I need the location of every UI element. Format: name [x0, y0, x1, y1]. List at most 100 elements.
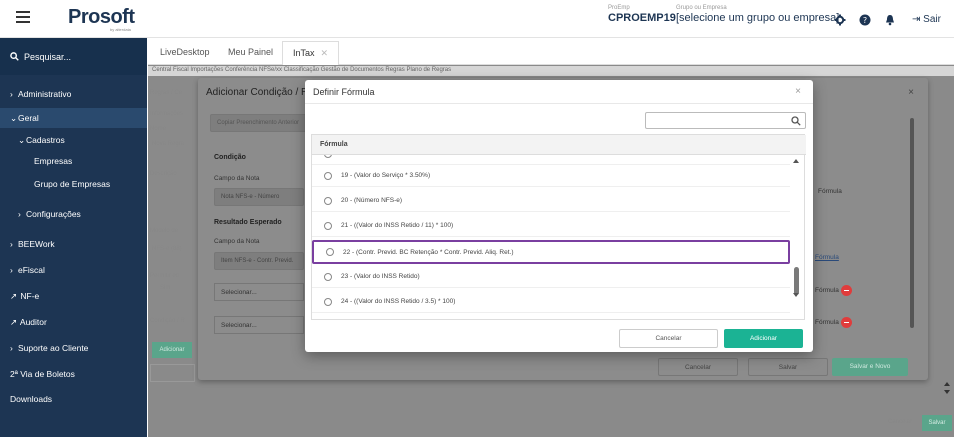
- sidebar-item-efiscal[interactable]: › eFiscal: [0, 265, 147, 275]
- column-header-formula: Fórmula: [312, 135, 806, 155]
- tab-meu-painel[interactable]: Meu Painel: [228, 47, 273, 57]
- chevron-down-icon: ⌄: [18, 135, 26, 145]
- sidebar: Pesquisar... › Administrativo ⌄Geral ⌄Cad…: [0, 38, 147, 437]
- scroll-down-icon[interactable]: [793, 293, 799, 297]
- remove-icon[interactable]: [841, 285, 852, 296]
- radio-button[interactable]: [326, 248, 334, 256]
- logo[interactable]: Prosoft: [68, 6, 135, 29]
- bg-breadcrumb: Regras / Ce: [150, 90, 183, 96]
- radio-button[interactable]: [324, 297, 332, 306]
- radio-button[interactable]: [324, 171, 332, 180]
- radio-button[interactable]: [324, 221, 332, 230]
- list-item-selected[interactable]: 22 - (Contr. Previd. BC Retenção * Contr…: [312, 240, 790, 264]
- bg-adicionar-button[interactable]: Adicionar: [152, 342, 192, 358]
- search-icon: [10, 52, 19, 61]
- sidebar-item-label: eFiscal: [18, 265, 45, 275]
- sidebar-item-suporte[interactable]: › Suporte ao Cliente: [0, 343, 147, 353]
- logout-button[interactable]: ⇥ Sair: [912, 14, 941, 25]
- sidebar-item-auditor[interactable]: ↗ Auditor: [0, 317, 147, 328]
- radio-button[interactable]: [324, 155, 332, 158]
- sidebar-item-label: 2ª Via de Boletos: [10, 369, 75, 379]
- list-item[interactable]: [312, 155, 790, 165]
- sidebar-item-cadastros[interactable]: ⌄Cadastros: [0, 135, 147, 146]
- list-item[interactable]: 24 - ((Valor do INSS Retido / 3.5) * 100…: [312, 291, 790, 313]
- tab-intax[interactable]: InTax ✕: [282, 41, 340, 65]
- sidebar-item-administrativo[interactable]: › Administrativo: [0, 89, 147, 99]
- sidebar-item-label: Empresas: [34, 156, 73, 166]
- campo-nota-input[interactable]: Nota NFS-e - Número: [214, 188, 304, 206]
- formula-table: Fórmula 19 - (Valor do Serviço * 3.50%) …: [311, 134, 806, 320]
- sidebar-item-downloads[interactable]: Downloads: [0, 394, 147, 404]
- scroll-thumb[interactable]: [794, 267, 799, 295]
- search-icon: [791, 116, 801, 126]
- back-save-new-button[interactable]: Salvar e Novo: [832, 358, 908, 376]
- chevron-right-icon: ›: [10, 89, 13, 99]
- chevron-right-icon: ›: [10, 343, 13, 353]
- select-2[interactable]: Selecionar...: [214, 316, 304, 334]
- list-item[interactable]: 21 - ((Valor do INSS Retido / 11) * 100): [312, 215, 790, 237]
- modal-header: Definir Fórmula ×: [305, 80, 813, 104]
- back-scrollbar[interactable]: [910, 118, 914, 328]
- scroll-up-icon[interactable]: [793, 159, 799, 163]
- svg-text:?: ?: [863, 16, 867, 25]
- chevron-right-icon: ›: [10, 239, 13, 249]
- formula-link-2[interactable]: Fórmula: [815, 254, 839, 261]
- gear-icon[interactable]: [834, 14, 846, 26]
- grupo-selector[interactable]: Grupo ou Empresa [selecione um grupo ou …: [676, 5, 839, 24]
- back-save-button[interactable]: Salvar: [748, 358, 828, 376]
- list-item[interactable]: 20 - (Número NFS-e): [312, 190, 790, 212]
- sidebar-item-nfe[interactable]: ↗ NF-e: [0, 291, 147, 302]
- sidebar-item-beework[interactable]: › BEEWork: [0, 239, 147, 249]
- formula-label: 20 - (Número NFS-e): [341, 197, 403, 204]
- help-icon[interactable]: ?: [859, 14, 871, 26]
- sidebar-item-configuracoes[interactable]: › Configurações: [0, 209, 147, 219]
- empresa-selector[interactable]: ProEmp CPROEMP19: [608, 5, 676, 24]
- back-cancel-button[interactable]: Cancelar: [658, 358, 738, 376]
- formula-label: 19 - (Valor do Serviço * 3.50%): [341, 172, 431, 179]
- formula-label: 21 - ((Valor do INSS Retido / 11) * 100): [341, 222, 454, 229]
- bg-sim: Sim: [160, 285, 171, 291]
- bell-icon[interactable]: [884, 14, 896, 26]
- bg-cancelar[interactable]: Cancelar: [888, 419, 912, 425]
- logout-icon: ⇥: [912, 14, 924, 25]
- remove-icon[interactable]: [841, 317, 852, 328]
- bg-permitir: Permitir ed: [150, 273, 180, 279]
- menu-icon[interactable]: [16, 11, 30, 25]
- page-scroll-up-icon[interactable]: [944, 382, 950, 386]
- add-button[interactable]: Adicionar: [724, 329, 803, 348]
- page-scroll-down-icon[interactable]: [944, 390, 950, 394]
- list-item[interactable]: 23 - (Valor do INSS Retido): [312, 266, 790, 288]
- campo-nota-label: Campo da Nota: [214, 175, 260, 182]
- list-item[interactable]: 19 - (Valor do Serviço * 3.50%): [312, 165, 790, 187]
- external-link-icon: ↗: [10, 317, 18, 327]
- radio-button[interactable]: [324, 272, 332, 281]
- grupo-label: Grupo ou Empresa: [676, 5, 727, 11]
- sidebar-item-grupo-empresas[interactable]: Grupo de Empresas: [0, 179, 147, 189]
- sidebar-item-empresas[interactable]: Empresas: [0, 156, 147, 166]
- close-icon[interactable]: ×: [795, 86, 801, 97]
- close-icon[interactable]: ×: [908, 87, 914, 98]
- formula-link-1[interactable]: Fórmula: [818, 188, 842, 195]
- radio-button[interactable]: [324, 196, 332, 205]
- sidebar-item-boletos[interactable]: 2ª Via de Boletos: [0, 369, 147, 379]
- select-1[interactable]: Selecionar...: [214, 283, 304, 301]
- sidebar-item-label: Configurações: [26, 209, 81, 219]
- top-bar: Prosoft by alterdata ProEmp CPROEMP19 Gr…: [0, 0, 954, 38]
- cancel-button[interactable]: Cancelar: [619, 329, 718, 348]
- formula-scrollbar[interactable]: [790, 155, 804, 319]
- campo-nota-input-2[interactable]: Item NFS-e - Contr. Previd.: [214, 252, 304, 270]
- formula-link-3[interactable]: Fórmula: [815, 287, 839, 294]
- close-icon[interactable]: ✕: [321, 48, 329, 58]
- formula-search-input[interactable]: [645, 112, 806, 129]
- sidebar-search[interactable]: Pesquisar...: [0, 38, 147, 75]
- sidebar-item-geral[interactable]: ⌄Geral: [0, 108, 147, 128]
- empresa-label: ProEmp: [608, 5, 630, 11]
- tab-livedesktop[interactable]: LiveDesktop: [160, 47, 210, 57]
- sub-navigation: Central Fiscal Importações Conferência N…: [148, 66, 954, 76]
- copy-previous-input[interactable]: Copiar Preenchimento Anterior: [210, 114, 310, 132]
- bg-salvar-button[interactable]: Salvar: [922, 415, 952, 431]
- bg-nova-regra: Nova Regra: [152, 141, 185, 147]
- sidebar-item-label: NF-e: [20, 291, 40, 301]
- bg-informacoes: Informações: [150, 111, 184, 117]
- formula-link-4[interactable]: Fórmula: [815, 319, 839, 326]
